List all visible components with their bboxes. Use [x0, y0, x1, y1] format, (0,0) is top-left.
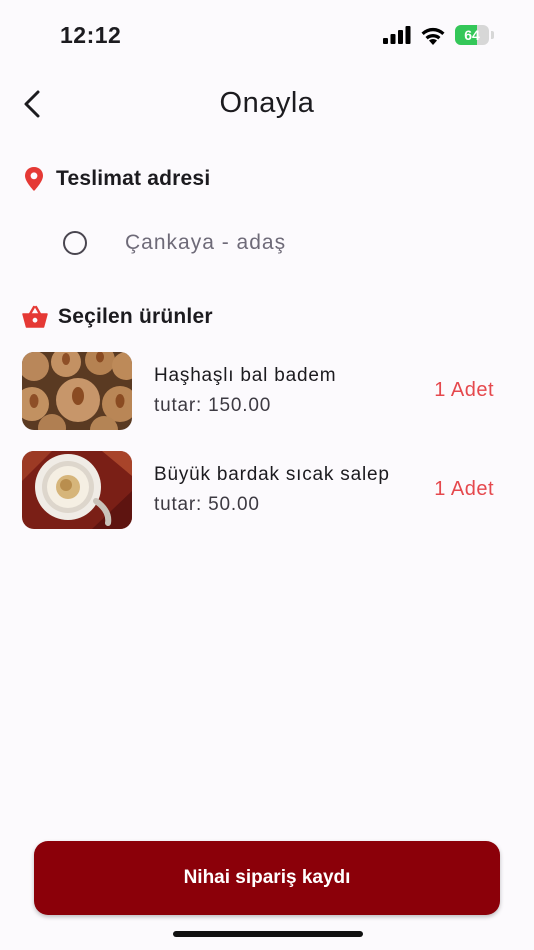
status-bar: 12:12 64	[0, 0, 534, 70]
product-quantity: 1 Adet	[434, 478, 494, 500]
product-row[interactable]: Haşhaşlı bal badem tutar: 150.00 1 Adet	[22, 352, 512, 430]
battery-percentage: 64	[464, 27, 480, 43]
address-radio-button[interactable]	[63, 231, 87, 255]
delivery-address-header: Teslimat adresi	[22, 166, 210, 192]
status-time: 12:12	[60, 22, 122, 48]
product-price: tutar: 50.00	[154, 494, 260, 515]
home-indicator	[173, 931, 363, 937]
shopping-basket-icon	[22, 305, 48, 328]
product-name: Büyük bardak sıcak salep	[154, 464, 390, 485]
wifi-icon	[421, 27, 445, 45]
cellular-signal-icon	[383, 26, 411, 44]
page-title: Onayla	[219, 87, 315, 119]
battery-cap	[491, 31, 494, 39]
location-pin-icon	[25, 167, 43, 191]
delivery-address-heading: Teslimat adresi	[56, 167, 211, 190]
product-price: tutar: 150.00	[154, 395, 272, 416]
address-label: Çankaya - adaş	[125, 231, 287, 254]
selected-products-header: Seçilen ürünler	[22, 305, 213, 329]
almond-cookie-image	[22, 352, 132, 430]
product-row[interactable]: Büyük bardak sıcak salep tutar: 50.00 1 …	[22, 451, 512, 529]
product-name: Haşhaşlı bal badem	[154, 365, 337, 386]
battery-icon: 64	[455, 25, 489, 45]
status-icons: 64	[383, 25, 494, 45]
salep-cup-image	[22, 451, 132, 529]
product-quantity: 1 Adet	[434, 379, 494, 401]
app-bar: Onayla	[0, 76, 534, 132]
submit-order-button[interactable]: Nihai sipariş kaydı	[34, 841, 500, 915]
address-option[interactable]: Çankaya - adaş	[60, 222, 460, 264]
selected-products-heading: Seçilen ürünler	[58, 305, 213, 328]
